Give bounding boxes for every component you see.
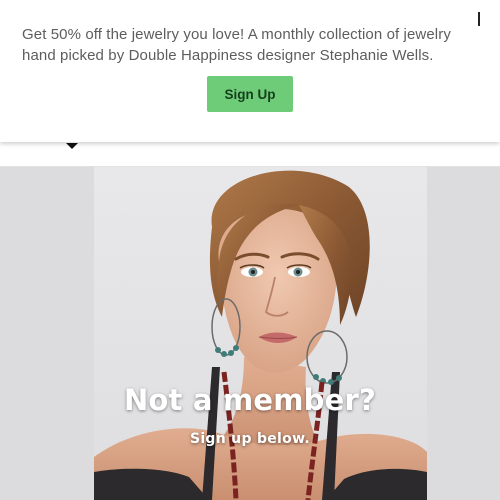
hero-subtitle: Sign up below. — [189, 431, 311, 447]
close-icon[interactable] — [478, 12, 480, 26]
hero-section: Not a member? Sign up below. — [0, 167, 500, 500]
page: Get 50% off the jewelry you love! A mont… — [0, 0, 500, 500]
dropdown-caret-icon[interactable] — [66, 143, 78, 149]
hero-photo — [94, 167, 427, 500]
promo-message: Get 50% off the jewelry you love! A mont… — [22, 26, 451, 64]
promo-banner: Get 50% off the jewelry you love! A mont… — [0, 0, 500, 142]
sign-up-button[interactable]: Sign Up — [207, 76, 293, 112]
hero-title: Not a member? — [123, 383, 377, 417]
header-strip — [0, 142, 500, 167]
